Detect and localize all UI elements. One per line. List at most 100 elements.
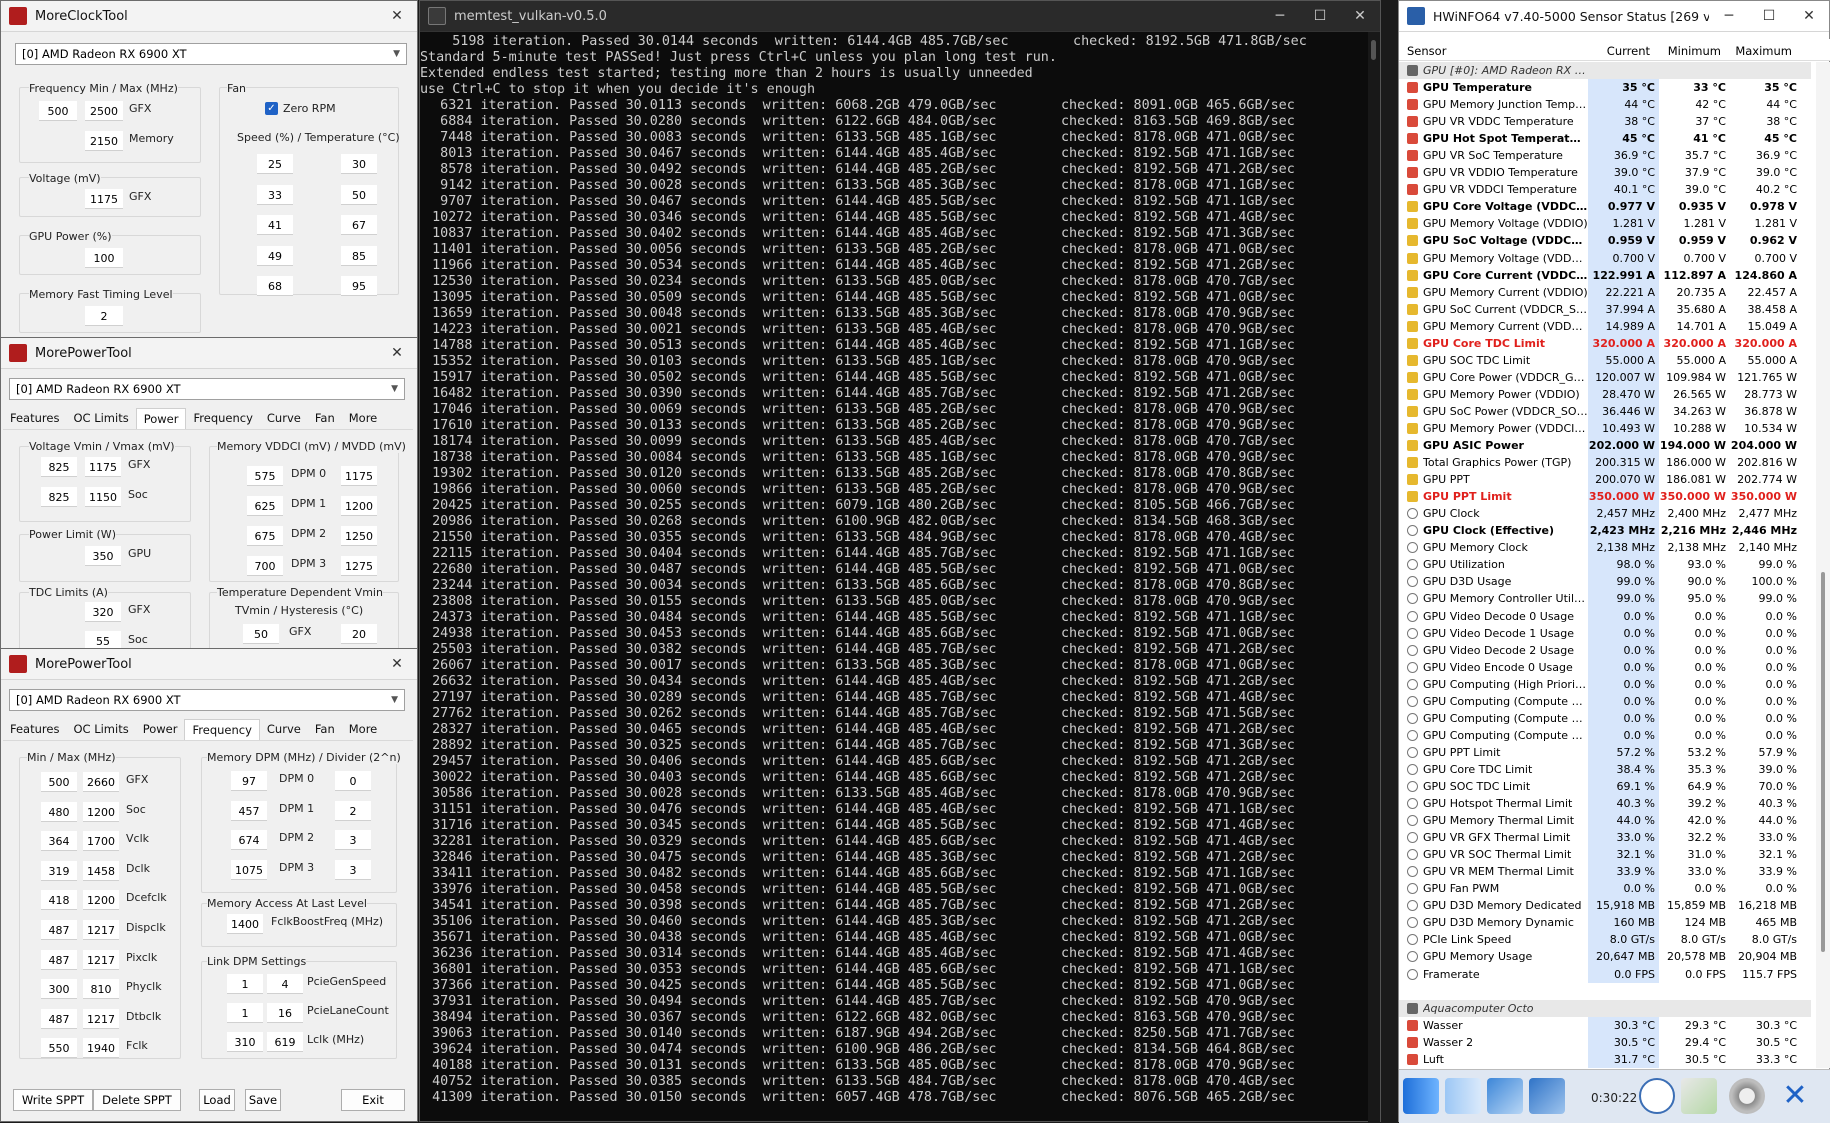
link-b-2[interactable]: 619 (267, 1032, 303, 1052)
clk-min-3[interactable]: 319 (41, 860, 77, 881)
hw-sensor-row[interactable]: GPU Video Decode 0 Usage 0.0 % 0.0 % 0.0 % (1399, 607, 1811, 625)
hw-sensor-row[interactable]: GPU PPT Limit 350.000 W 350.000 W 350.000 W (1399, 488, 1811, 506)
hw-sensor-row[interactable]: GPU Core TDC Limit 38.4 % 35.3 % 39.0 % (1399, 760, 1811, 778)
hw-sensor-row[interactable]: Wasser 2 30.5 °C 29.4 °C 30.5 °C (1399, 1033, 1811, 1051)
hw-sensor-row[interactable]: GPU Memory Controller Utilization99.0 %9… (1399, 590, 1811, 608)
hw-sensor-list[interactable]: GPU [#0]: AMD Radeon RX 690... GPU Temper… (1399, 62, 1811, 1068)
zero-rpm-checkbox[interactable]: ✓ (265, 102, 278, 115)
link-a-1[interactable]: 1 (227, 1003, 263, 1023)
hw-sensor-row[interactable]: GPU Memory Clock 2,138 MHz 2,138 MHz 2,140 … (1399, 539, 1811, 557)
hw-sensor-row[interactable]: GPU PPT 200.070 W 186.081 W 202.774 W (1399, 471, 1811, 489)
tab-fan[interactable]: Fan (308, 408, 342, 429)
clock-icon[interactable] (1639, 1078, 1675, 1114)
fan-speed-2[interactable]: 41 (257, 215, 293, 235)
minimize-icon[interactable]: ─ (1709, 8, 1749, 24)
arrow-right-icon[interactable] (1445, 1078, 1481, 1114)
minimize-icon[interactable]: ─ (1260, 8, 1300, 24)
fan-temp-0[interactable]: 30 (341, 154, 377, 174)
mvdd-0[interactable]: 1175 (341, 466, 377, 486)
hw-sensor-row[interactable]: Total Graphics Power (TGP) 200.315 W 186.0… (1399, 454, 1811, 472)
hw-sensor-row[interactable]: GPU VR MEM Thermal Limit 33.9 % 33.0 % 33.9… (1399, 863, 1811, 881)
hw-sensor-row[interactable]: GPU Core Voltage (VDDCR_... 0.977 V 0.935 … (1399, 198, 1811, 216)
tab-more[interactable]: More (342, 408, 385, 429)
mpt2-gpu-select[interactable]: [0] AMD Radeon RX 6900 XT ▼ (9, 689, 405, 711)
fan-temp-1[interactable]: 50 (341, 184, 377, 205)
clk-max-5[interactable]: 1217 (83, 920, 119, 940)
hw-sensor-row[interactable]: GPU Memory Usage 20,647 MB 20,578 MB 20,904… (1399, 948, 1811, 966)
hw-col-current[interactable]: Current (1583, 39, 1654, 60)
clk-min-4[interactable]: 418 (41, 890, 77, 911)
hw-sensor-row[interactable]: GPU Memory Thermal Limit 44.0 % 42.0 % 44.0… (1399, 812, 1811, 830)
hw-sensor-row[interactable]: GPU Memory Junction Tempera... 44 °C 42 °C… (1399, 96, 1811, 114)
mvddci-0[interactable]: 575 (247, 466, 283, 486)
clk-max-6[interactable]: 1217 (83, 949, 119, 970)
mpt1-vgfx-max[interactable]: 1175 (85, 457, 121, 477)
hw-sensor-row[interactable]: GPU Computing (Compute 0) U... 0.0 % 0.0 %… (1399, 709, 1811, 727)
hw-sensor-group[interactable]: GPU [#0]: AMD Radeon RX 690... (1399, 62, 1811, 80)
fan-temp-2[interactable]: 67 (341, 215, 377, 235)
maximize-icon[interactable]: ☐ (1300, 8, 1340, 24)
mct-freq-min[interactable]: 500 (39, 101, 77, 121)
close-icon[interactable]: ✕ (1777, 1078, 1813, 1114)
terminal-output[interactable]: 5198 iteration. Passed 30.0144 seconds w… (420, 32, 1380, 1123)
clk-max-8[interactable]: 1217 (83, 1008, 119, 1029)
clk-min-6[interactable]: 487 (41, 949, 77, 970)
clk-max-4[interactable]: 1200 (83, 890, 119, 911)
mvddci-1[interactable]: 625 (247, 496, 283, 516)
clk-min-9[interactable]: 550 (41, 1038, 77, 1059)
mpt1-vsoc-min[interactable]: 825 (41, 487, 77, 507)
tab-fan[interactable]: Fan (308, 719, 342, 740)
clk-max-2[interactable]: 1700 (83, 831, 119, 852)
fan-speed-3[interactable]: 49 (257, 245, 293, 266)
hw-sensor-row[interactable]: GPU Clock (Effective) 2,423 MHz 2,216 MHz 2… (1399, 522, 1811, 540)
clk-min-7[interactable]: 300 (41, 979, 77, 1000)
mvdd-2[interactable]: 1250 (341, 526, 377, 546)
hw-sensor-row[interactable]: GPU Utilization 98.0 % 93.0 % 99.0 % (1399, 556, 1811, 574)
hw-sensor-row[interactable]: GPU D3D Memory Dedicated 15,918 MB 15,859 … (1399, 897, 1811, 915)
mpt1-tv-b[interactable]: 20 (341, 624, 377, 644)
delete-sppt-button[interactable]: Delete SPPT (93, 1089, 181, 1111)
memdpm-freq-3[interactable]: 1075 (231, 859, 267, 880)
hw-sensor-row[interactable]: GPU ASIC Power 202.000 W 194.000 W 204.000 … (1399, 437, 1811, 455)
hw-sensor-row[interactable]: GPU Computing (High Priority C...0.0 %0.… (1399, 675, 1811, 693)
close-icon[interactable]: ✕ (377, 8, 417, 24)
term-titlebar[interactable]: memtest_vulkan-v0.5.0 ─ ☐ ✕ (420, 1, 1380, 32)
clk-max-1[interactable]: 1200 (83, 801, 119, 822)
tab-frequency[interactable]: Frequency (186, 408, 259, 429)
close-icon[interactable]: ✕ (377, 345, 417, 361)
hw-scrollbar[interactable] (1816, 62, 1830, 1068)
link-a-2[interactable]: 310 (227, 1032, 263, 1052)
terminal-scrollbar[interactable] (1368, 32, 1380, 1123)
hw-sensor-row[interactable]: GPU Core TDC Limit 320.000 A 320.000 A 320.… (1399, 334, 1811, 352)
mct-mem-max[interactable]: 2150 (85, 131, 123, 151)
mpt1-titlebar[interactable]: MorePowerTool ✕ (1, 338, 417, 369)
hw-sensor-row[interactable]: GPU Memory Voltage (VDDIO) 1.281 V 1.281 V… (1399, 215, 1811, 233)
hw-sensor-row[interactable]: GPU Memory Power (VDDIO) 28.470 W 26.565 W… (1399, 385, 1811, 403)
hw-sensor-group[interactable]: Aquacomputer Octo (1399, 999, 1811, 1017)
hw-sensor-row[interactable]: GPU Computing (Compute 1) U... 0.0 % 0.0 %… (1399, 726, 1811, 744)
hw-sensor-row[interactable]: GPU VR VDDCI Temperature 40.1 °C 39.0 °C 40… (1399, 181, 1811, 199)
hw-sensor-row[interactable]: GPU VR GFX Thermal Limit 33.0 % 32.2 % 33.0… (1399, 829, 1811, 847)
hw-sensor-row[interactable]: GPU D3D Memory Dynamic 160 MB 124 MB 465 MB (1399, 914, 1811, 932)
hw-sensor-row[interactable]: GPU Memory Power (VDDCI_M... 10.493 W 10.2… (1399, 419, 1811, 438)
gear-icon[interactable] (1729, 1078, 1765, 1114)
memdpm-freq-2[interactable]: 674 (231, 830, 267, 851)
maximize-icon[interactable]: ☐ (1749, 8, 1789, 24)
mpt1-gpu-select[interactable]: [0] AMD Radeon RX 6900 XT ▼ (9, 378, 405, 400)
monitor-network-icon[interactable] (1487, 1078, 1523, 1114)
mct-freq-max[interactable]: 2500 (85, 101, 123, 121)
load-button[interactable]: Load (199, 1089, 235, 1111)
mpt1-tv-a[interactable]: 50 (243, 624, 279, 644)
write-sppt-button[interactable]: Write SPPT (13, 1089, 93, 1111)
arrows-left-right-icon[interactable] (1403, 1078, 1439, 1114)
hw-sensor-row[interactable]: GPU Video Encode 0 Usage 0.0 % 0.0 % 0.0 % (1399, 658, 1811, 676)
hw-sensor-row[interactable]: GPU Core Power (VDDCR_GFX) 120.007 W 109.9… (1399, 368, 1811, 386)
hw-sensor-row[interactable]: GPU SOC TDC Limit 55.000 A 55.000 A 55.000 … (1399, 351, 1811, 369)
mpt1-vsoc-max[interactable]: 1150 (85, 487, 121, 507)
mct-titlebar[interactable]: MoreClockTool ✕ (1, 1, 417, 32)
hw-sensor-row[interactable]: GPU Temperature 35 °C 33 °C 35 °C (1399, 79, 1811, 97)
link-b-1[interactable]: 16 (267, 1003, 303, 1023)
tab-power[interactable]: Power (135, 408, 187, 429)
close-icon[interactable]: ✕ (1340, 8, 1380, 24)
hw-sensor-row[interactable]: GPU VR SOC Thermal Limit 32.1 % 31.0 % 32.1… (1399, 846, 1811, 864)
